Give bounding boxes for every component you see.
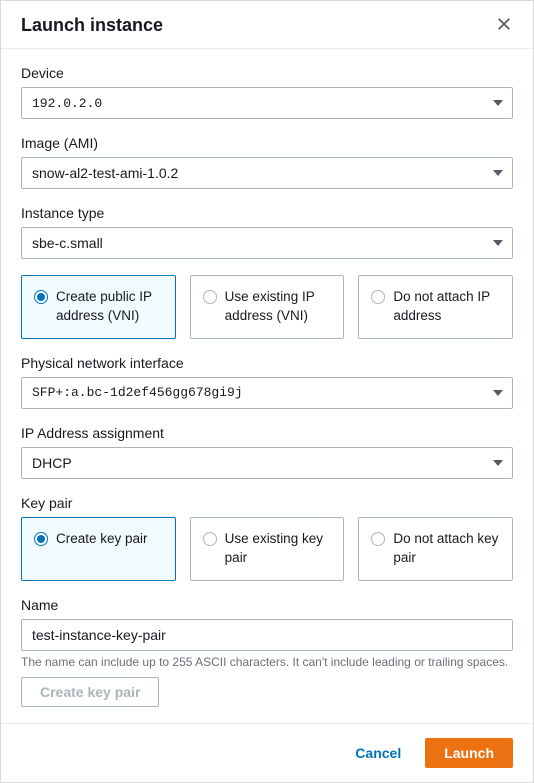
radio-use-existing-keypair[interactable]: Use existing key pair [190, 517, 345, 581]
radio-label: Create key pair [56, 530, 148, 549]
radio-icon [203, 290, 217, 304]
launch-button[interactable]: Launch [425, 738, 513, 768]
keypair-field: Key pair Create key pair Use existing ke… [21, 495, 513, 581]
image-value: snow-al2-test-ami-1.0.2 [32, 165, 178, 181]
radio-label: Do not attach key pair [393, 530, 500, 568]
radio-label: Do not attach IP address [393, 288, 500, 326]
ip-mode-field: Create public IP address (VNI) Use exist… [21, 275, 513, 339]
image-field: Image (AMI) snow-al2-test-ami-1.0.2 [21, 135, 513, 189]
modal-header: Launch instance [1, 1, 533, 49]
modal-body: Device 192.0.2.0 Image (AMI) snow-al2-te… [1, 49, 533, 707]
pni-field: Physical network interface SFP+:a.bc-1d2… [21, 355, 513, 409]
instance-type-field: Instance type sbe-c.small [21, 205, 513, 259]
radio-icon [371, 290, 385, 304]
modal-title: Launch instance [21, 15, 163, 36]
radio-create-keypair[interactable]: Create key pair [21, 517, 176, 581]
device-field: Device 192.0.2.0 [21, 65, 513, 119]
ip-assign-label: IP Address assignment [21, 425, 513, 441]
image-label: Image (AMI) [21, 135, 513, 151]
keypair-label: Key pair [21, 495, 513, 511]
radio-label: Use existing key pair [225, 530, 332, 568]
image-select[interactable]: snow-al2-test-ami-1.0.2 [21, 157, 513, 189]
ip-assign-value: DHCP [32, 455, 72, 471]
close-button[interactable] [495, 15, 513, 36]
device-label: Device [21, 65, 513, 81]
pni-select[interactable]: SFP+:a.bc-1d2ef456gg678gi9j [21, 377, 513, 409]
name-label: Name [21, 597, 513, 613]
radio-create-public-ip[interactable]: Create public IP address (VNI) [21, 275, 176, 339]
launch-instance-modal: Launch instance Device 192.0.2.0 Image (… [0, 0, 534, 783]
device-select[interactable]: 192.0.2.0 [21, 87, 513, 119]
device-value: 192.0.2.0 [32, 96, 102, 111]
radio-label: Create public IP address (VNI) [56, 288, 163, 326]
close-icon [497, 19, 511, 34]
ip-assign-select[interactable]: DHCP [21, 447, 513, 479]
cancel-button[interactable]: Cancel [337, 739, 419, 767]
radio-label: Use existing IP address (VNI) [225, 288, 332, 326]
create-keypair-button[interactable]: Create key pair [21, 677, 159, 707]
instance-type-label: Instance type [21, 205, 513, 221]
radio-use-existing-ip[interactable]: Use existing IP address (VNI) [190, 275, 345, 339]
name-field: Name The name can include up to 255 ASCI… [21, 597, 513, 707]
radio-icon [34, 290, 48, 304]
name-hint: The name can include up to 255 ASCII cha… [21, 655, 513, 669]
name-input[interactable] [21, 619, 513, 651]
pni-value: SFP+:a.bc-1d2ef456gg678gi9j [32, 385, 243, 400]
radio-icon [34, 532, 48, 546]
instance-type-value: sbe-c.small [32, 235, 103, 251]
modal-footer: Cancel Launch [1, 723, 533, 782]
radio-no-keypair[interactable]: Do not attach key pair [358, 517, 513, 581]
radio-icon [371, 532, 385, 546]
radio-no-ip[interactable]: Do not attach IP address [358, 275, 513, 339]
instance-type-select[interactable]: sbe-c.small [21, 227, 513, 259]
pni-label: Physical network interface [21, 355, 513, 371]
radio-icon [203, 532, 217, 546]
ip-assign-field: IP Address assignment DHCP [21, 425, 513, 479]
